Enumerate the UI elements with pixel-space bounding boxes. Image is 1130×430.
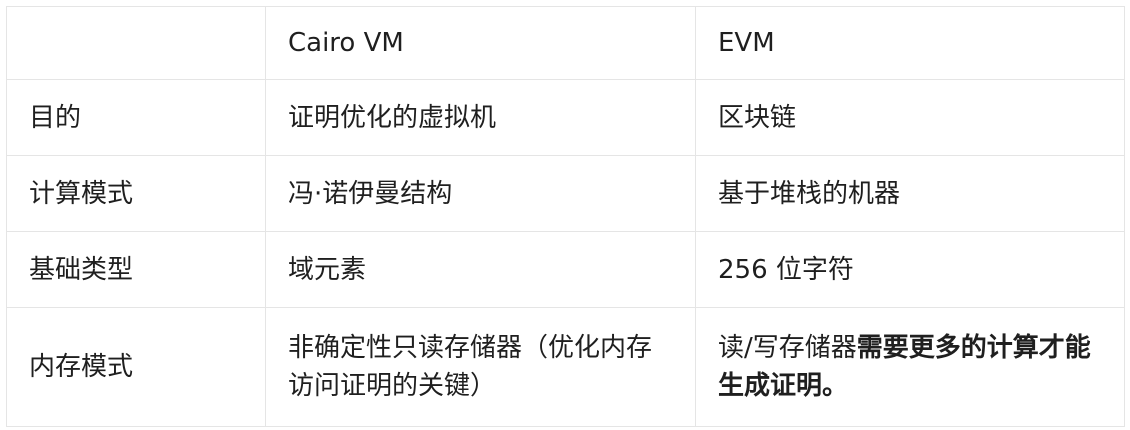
table-row-compute-model: 计算模式 冯·诺伊曼结构 基于堆栈的机器 <box>6 155 1125 232</box>
cairo-cell: 非确定性只读存储器（优化内存访问证明的关键） <box>265 307 696 427</box>
comparison-table: Cairo VM EVM 目的 证明优化的虚拟机 区块链 计算模式 冯·诺伊曼结… <box>6 6 1125 427</box>
header-cairo-vm: Cairo VM <box>265 6 696 80</box>
table-row-base-type: 基础类型 域元素 256 位字符 <box>6 231 1125 308</box>
table-row-purpose: 目的 证明优化的虚拟机 区块链 <box>6 79 1125 156</box>
evm-cell: 基于堆栈的机器 <box>695 155 1125 232</box>
header-evm: EVM <box>695 6 1125 80</box>
comparison-table-container: Cairo VM EVM 目的 证明优化的虚拟机 区块链 计算模式 冯·诺伊曼结… <box>6 6 1125 427</box>
evm-plain-text: 读/写存储器 <box>718 333 857 363</box>
evm-cell: 256 位字符 <box>695 231 1125 308</box>
cairo-cell: 冯·诺伊曼结构 <box>265 155 696 232</box>
row-label: 计算模式 <box>6 155 266 232</box>
row-label: 基础类型 <box>6 231 266 308</box>
row-label: 内存模式 <box>6 307 266 427</box>
header-empty-cell <box>6 6 266 80</box>
table-header-row: Cairo VM EVM <box>6 6 1125 80</box>
table-row-memory-model: 内存模式 非确定性只读存储器（优化内存访问证明的关键） 读/写存储器需要更多的计… <box>6 307 1125 427</box>
cairo-cell: 域元素 <box>265 231 696 308</box>
evm-cell: 读/写存储器需要更多的计算才能生成证明。 <box>695 307 1125 427</box>
row-label: 目的 <box>6 79 266 156</box>
cairo-cell: 证明优化的虚拟机 <box>265 79 696 156</box>
evm-cell: 区块链 <box>695 79 1125 156</box>
